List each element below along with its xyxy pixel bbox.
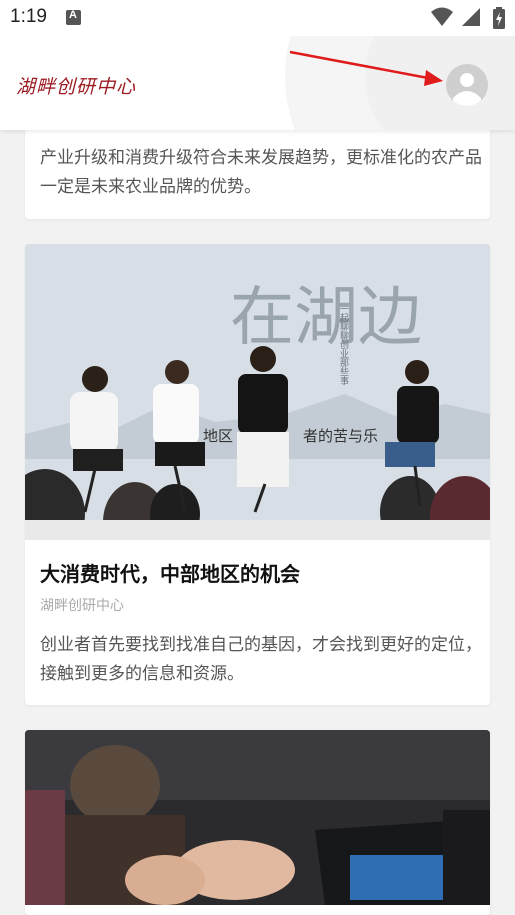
article-thumbnail: [25, 730, 490, 905]
image-side-caption: 一起聊聊创业那些事: [338, 304, 349, 385]
status-time: 1:19: [10, 6, 47, 27]
status-icons: [430, 7, 505, 29]
signal-icon: [461, 8, 480, 26]
article-thumbnail: 在湖边 一起聊聊创业那些事 地区 者的苦与乐: [25, 244, 490, 540]
wifi-icon: [430, 7, 453, 26]
notification-icon: A: [66, 9, 81, 25]
article-card[interactable]: 在湖边 一起聊聊创业那些事 地区 者的苦与乐 大消费时代，中部地区的机会 湖畔创…: [25, 244, 490, 705]
image-banner-right: 者的苦与乐: [303, 427, 378, 445]
user-avatar-button[interactable]: [446, 64, 488, 106]
article-excerpt: 创业者首先要找到找准自己的基因，才会找到更好的定位，接触到更多的信息和资源。: [40, 635, 482, 684]
notification-letter: A: [69, 9, 77, 21]
article-card[interactable]: [25, 730, 490, 915]
app-logo: 湖畔创研中心: [16, 76, 137, 98]
article-excerpt: 产业升级和消费升级符合未来发展趋势，更标准化的农产品一定是未来农业品牌的优势。: [40, 148, 482, 197]
article-title[interactable]: 大消费时代，中部地区的机会: [40, 558, 300, 587]
battery-icon: [493, 7, 505, 29]
image-banner-left: 地区: [203, 427, 233, 445]
meeting-photo: [25, 730, 490, 905]
event-photo: 在湖边 一起聊聊创业那些事 地区 者的苦与乐: [25, 244, 490, 540]
status-bar: 1:19 A: [0, 0, 515, 36]
image-headline: 在湖边: [230, 281, 422, 355]
header-decoration-inner: [365, 36, 515, 130]
article-source: 湖畔创研中心: [40, 598, 124, 614]
app-header: 湖畔创研中心: [0, 36, 515, 130]
user-icon: [453, 73, 481, 106]
